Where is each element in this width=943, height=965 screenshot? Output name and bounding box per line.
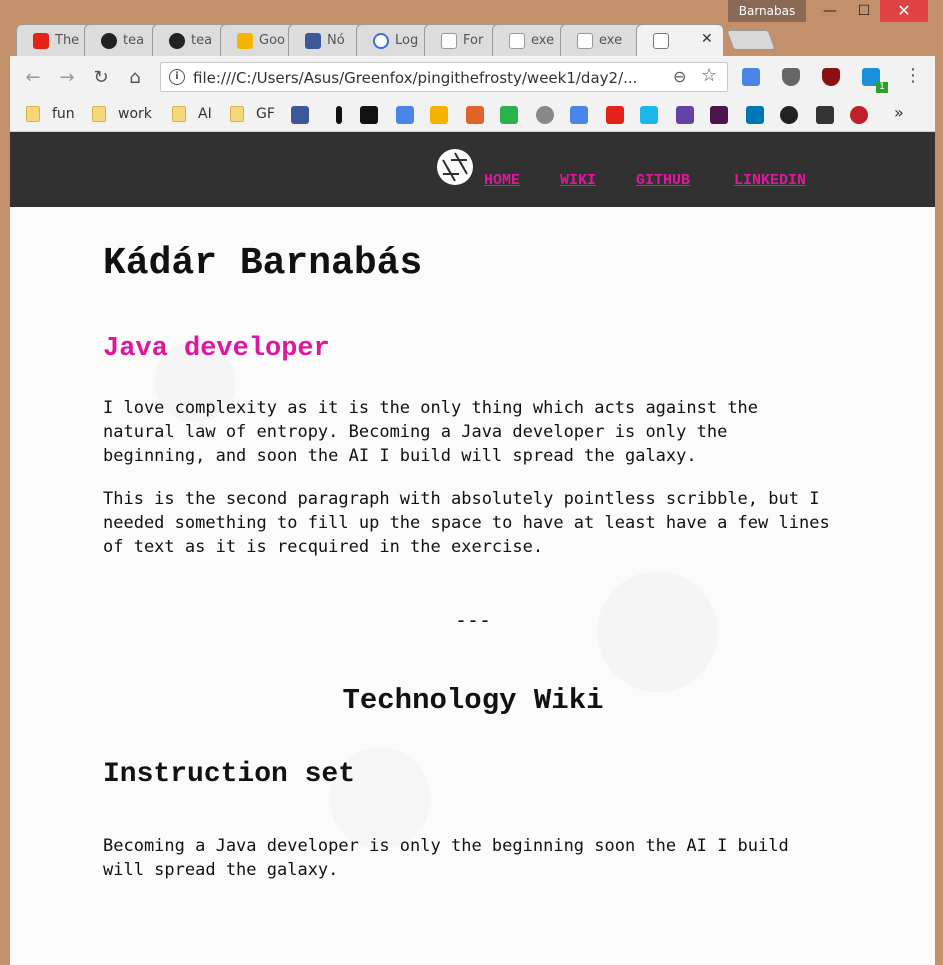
facebook-icon[interactable] <box>291 106 309 124</box>
bookmark-folder[interactable]: AI <box>172 106 212 124</box>
nav-link-wiki[interactable]: WIKI <box>560 172 596 189</box>
tab-label: For <box>463 33 484 48</box>
folder-icon <box>92 106 106 122</box>
new-tab-button[interactable] <box>726 30 776 50</box>
folder-icon <box>172 106 186 122</box>
github-icon <box>169 33 185 49</box>
hacker-icon[interactable] <box>466 106 484 124</box>
bookmark-label: GF <box>256 106 275 122</box>
close-tab-icon[interactable]: ✕ <box>701 31 713 47</box>
nav-link-github[interactable]: GITHUB <box>636 172 690 189</box>
folder-icon <box>230 106 244 122</box>
home-icon[interactable]: ⌂ <box>124 67 146 88</box>
page-icon <box>441 33 457 49</box>
tab-active[interactable]: ✕ <box>636 24 724 56</box>
vimeo-icon[interactable] <box>640 106 658 124</box>
mail-icon[interactable] <box>396 106 414 124</box>
tab[interactable]: exe <box>560 24 644 56</box>
web-page: HOME WIKI GITHUB LINKEDIN Kádár Barnabás… <box>10 132 935 965</box>
ublock-icon[interactable] <box>822 68 840 86</box>
page-icon <box>577 33 593 49</box>
reddit-icon[interactable] <box>536 106 554 124</box>
translate-icon[interactable] <box>742 68 760 86</box>
minimize-button[interactable]: — <box>812 0 848 22</box>
tab-label: Log <box>395 33 419 48</box>
separator: --- <box>454 608 492 632</box>
more-bookmarks-icon[interactable]: » <box>894 103 904 122</box>
url-text[interactable]: file:///C:/Users/Asus/Greenfox/pingithef… <box>193 69 663 87</box>
codeship-icon[interactable] <box>816 106 834 124</box>
tab-label: tea <box>123 33 145 48</box>
browser-toolbar: ← → ↻ ⌂ i file:///C:/Users/Asus/Greenfox… <box>10 56 935 99</box>
youtube-icon[interactable] <box>606 106 624 124</box>
slack-icon[interactable] <box>710 106 728 124</box>
tab-label: tea <box>191 33 213 48</box>
window-titlebar: Barnabas — ☐ ✕ The tea tea Goo Nó Log Fo… <box>0 0 943 56</box>
intro-paragraph: I love complexity as it is the only thin… <box>103 398 759 466</box>
tab-label: The <box>55 33 80 48</box>
tab-label: exe <box>531 33 555 48</box>
zoom-icon[interactable]: ⊖ <box>673 67 686 86</box>
circle-icon <box>373 33 389 49</box>
bookmark-label: work <box>118 106 152 122</box>
bookmarks-bar: fun work AI GF » <box>10 99 935 132</box>
instapaper-icon[interactable] <box>336 106 342 124</box>
extension-badge: 1 <box>876 82 888 93</box>
keep-icon <box>237 33 253 49</box>
facebook-icon <box>305 33 321 49</box>
bookmark-folder[interactable]: GF <box>230 106 275 124</box>
folder-icon <box>26 106 40 122</box>
pocket-icon[interactable] <box>782 68 800 86</box>
linkedin-icon[interactable] <box>746 106 764 124</box>
wiki-paragraph: Becoming a Java developer is only the be… <box>103 836 789 880</box>
page-title: Kádár Barnabás <box>103 242 423 285</box>
aperture-logo-icon[interactable] <box>437 149 473 185</box>
reload-icon[interactable]: ↻ <box>90 67 112 88</box>
tab-label: exe <box>599 33 623 48</box>
profile-badge[interactable]: Barnabas <box>728 0 806 22</box>
feedly-icon[interactable] <box>500 106 518 124</box>
steam-icon[interactable] <box>780 106 798 124</box>
bookmark-folder[interactable]: fun <box>26 106 75 124</box>
wiki-title: Technology Wiki <box>342 684 604 717</box>
page-icon <box>509 33 525 49</box>
calendar-icon[interactable] <box>570 106 588 124</box>
site-header: HOME WIKI GITHUB LINKEDIN <box>10 132 935 207</box>
maximize-button[interactable]: ☐ <box>846 0 882 22</box>
bookmark-label: fun <box>52 106 75 122</box>
keep-icon[interactable] <box>430 106 448 124</box>
page-icon <box>653 33 669 49</box>
role-subtitle: Java developer <box>103 334 330 364</box>
youtube-icon <box>33 33 49 49</box>
back-arrow-icon[interactable]: ← <box>22 67 44 88</box>
game-icon[interactable] <box>850 106 868 124</box>
bookmark-folder[interactable]: work <box>92 106 152 124</box>
info-icon[interactable]: i <box>169 69 185 85</box>
forward-arrow-icon[interactable]: → <box>56 67 78 88</box>
tab-label: Goo <box>259 33 285 48</box>
address-bar[interactable]: i file:///C:/Users/Asus/Greenfox/pingith… <box>160 62 728 92</box>
close-window-button[interactable]: ✕ <box>880 0 928 22</box>
tab-strip: The tea tea Goo Nó Log For exe exe ✕ <box>16 20 776 56</box>
github-icon <box>101 33 117 49</box>
4chan-icon[interactable] <box>360 106 378 124</box>
bookmark-star-icon[interactable]: ☆ <box>701 65 717 86</box>
nav-link-home[interactable]: HOME <box>484 172 520 189</box>
nav-link-linkedin[interactable]: LINKEDIN <box>734 172 806 189</box>
second-paragraph: This is the second paragraph with absolu… <box>103 489 830 557</box>
section-title: Instruction set <box>103 759 356 790</box>
tab-label: Nó <box>327 33 345 48</box>
twitch-icon[interactable] <box>676 106 694 124</box>
bookmark-label: AI <box>198 106 212 122</box>
menu-icon[interactable]: ⋮ <box>904 65 922 86</box>
